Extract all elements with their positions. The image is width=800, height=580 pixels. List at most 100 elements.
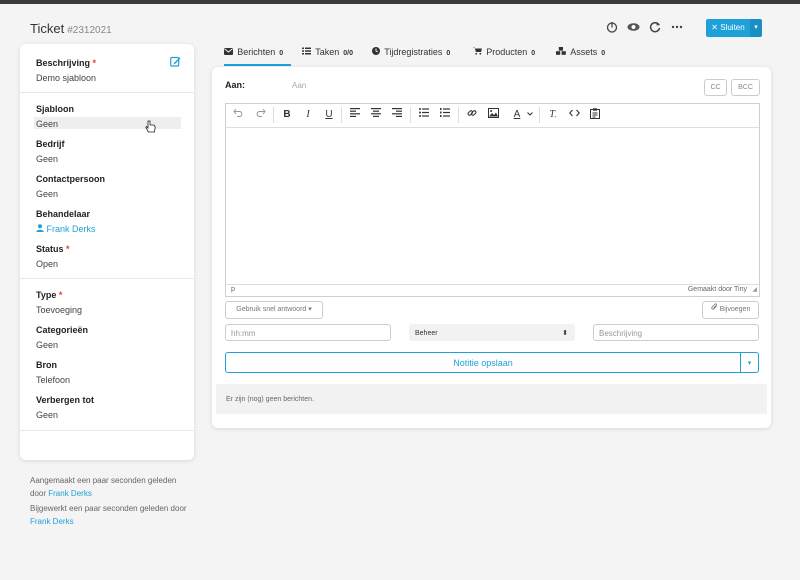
tab-count: 0 (446, 50, 451, 57)
cc-button[interactable]: CC (704, 79, 727, 96)
field-label: Type (36, 290, 57, 300)
bullet-list-icon[interactable] (416, 108, 432, 122)
tiny-branding[interactable]: Gemaakt door Tiny (688, 286, 747, 293)
field-value: Demo sjabloon (36, 73, 97, 83)
chevron-down-icon[interactable] (525, 108, 535, 122)
tab-tijdregistraties[interactable]: Tijdregistraties 0 (372, 44, 450, 64)
field-sjabloon[interactable]: Sjabloon Geen (36, 104, 74, 129)
save-dropdown-button[interactable]: ▾ (741, 352, 759, 373)
page-title: Ticket #2312021 (30, 21, 112, 36)
tab-label: Assets (570, 47, 598, 57)
field-behandelaar[interactable]: Behandelaar Frank Derks (36, 209, 96, 234)
italic-icon[interactable]: I (300, 108, 316, 122)
clock-icon (372, 47, 382, 57)
text-color-icon[interactable]: A (507, 108, 527, 122)
field-contactpersoon[interactable]: Contactpersoon Geen (36, 174, 105, 199)
created-by-link[interactable]: Frank Derks (48, 489, 92, 498)
field-label: Categorieën (36, 325, 89, 335)
ticket-sidebar: Beschrijving * Demo sjabloon Sjabloon Ge… (20, 44, 194, 460)
code-icon[interactable] (566, 108, 582, 122)
field-bedrijf[interactable]: Bedrijf Geen (36, 139, 65, 164)
field-value: Open (36, 259, 59, 269)
time-input[interactable]: hh:mm (225, 324, 391, 341)
field-categorieen[interactable]: Categorieën Geen (36, 325, 88, 350)
tab-label: Producten (486, 47, 528, 57)
numbered-list-icon[interactable] (437, 108, 453, 122)
assignee-name: Frank Derks (46, 224, 96, 234)
field-value: Toevoeging (36, 305, 83, 315)
refresh-icon[interactable] (648, 21, 662, 35)
to-input[interactable]: Aan (292, 81, 306, 90)
to-label: Aan: (225, 80, 245, 90)
category-select[interactable]: Beheer ⬍ (409, 324, 575, 341)
tab-label: Berichten (237, 47, 276, 57)
tab-assets[interactable]: Assets 0 (556, 44, 605, 64)
envelope-icon (224, 48, 235, 57)
align-right-icon[interactable] (389, 108, 405, 122)
field-beschrijving[interactable]: Beschrijving * Demo sjabloon (36, 58, 96, 83)
updated-by-link[interactable]: Frank Derks (30, 517, 74, 526)
page-header: Ticket #2312021 ✕ Sluiten ▾ (0, 4, 800, 48)
updated-text: Bijgewerkt een paar seconden geleden doo… (30, 504, 187, 513)
underline-icon[interactable]: U (321, 108, 337, 122)
save-note-button[interactable]: Notitie opslaan (225, 352, 741, 373)
field-verbergen-tot[interactable]: Verbergen tot Geen (36, 395, 94, 420)
cubes-icon (556, 47, 568, 57)
history-icon[interactable] (605, 21, 619, 35)
field-label: Verbergen tot (36, 395, 95, 405)
eye-icon[interactable] (626, 21, 640, 35)
field-type[interactable]: Type * Toevoeging (36, 290, 82, 315)
field-value: Geen (36, 154, 59, 164)
edit-icon[interactable] (170, 56, 181, 70)
description-input[interactable]: Beschrijving (593, 324, 759, 341)
tab-label: Taken (315, 47, 340, 57)
field-status[interactable]: Status * Open (36, 244, 70, 269)
toolbar-separator (539, 107, 540, 123)
close-button[interactable]: ✕ Sluiten (706, 19, 750, 37)
tab-producten[interactable]: Producten 0 (473, 44, 535, 64)
more-icon[interactable] (670, 21, 684, 35)
close-dropdown-button[interactable]: ▾ (750, 19, 762, 37)
ticket-number: #2312021 (67, 25, 112, 36)
ticket-title: Ticket (30, 21, 65, 36)
required-marker: * (58, 290, 63, 300)
tab-berichten[interactable]: Berichten 0 (224, 44, 291, 66)
redo-icon[interactable] (252, 108, 268, 122)
required-marker: * (92, 58, 97, 68)
align-left-icon[interactable] (347, 108, 363, 122)
toolbar-separator (341, 107, 342, 123)
paste-text-icon[interactable] (587, 108, 603, 122)
field-label: Sjabloon (36, 104, 74, 114)
clear-format-icon[interactable]: Tₓ (545, 108, 561, 122)
assignee-link[interactable]: Frank Derks (36, 224, 96, 234)
hand-cursor-icon (145, 120, 156, 136)
toolbar-separator (273, 107, 274, 123)
tasks-icon (302, 47, 313, 57)
required-marker: * (66, 244, 70, 254)
sort-arrows-icon: ⬍ (562, 330, 568, 337)
divider (20, 430, 194, 431)
bcc-button[interactable]: BCC (731, 79, 760, 96)
bold-icon[interactable]: B (279, 108, 295, 122)
field-bron[interactable]: Bron Telefoon (36, 360, 70, 385)
tab-count: 0 (601, 50, 606, 57)
field-label: Contactpersoon (36, 174, 106, 184)
link-icon[interactable] (464, 108, 480, 122)
tab-taken[interactable]: Taken 0/0 (302, 44, 353, 64)
select-value: Beheer (415, 330, 438, 337)
align-center-icon[interactable] (368, 108, 384, 122)
user-icon (36, 224, 47, 234)
rich-text-editor[interactable]: B I U A Tₓ p Gemaakt door Tiny ◢ (225, 103, 760, 297)
attach-button[interactable]: Bijvoegen (702, 301, 759, 319)
field-value: Geen (36, 340, 59, 350)
field-value: Geen (36, 410, 59, 420)
toolbar-separator (410, 107, 411, 123)
tab-count: 0 (279, 50, 284, 57)
image-icon[interactable] (485, 108, 501, 122)
undo-icon[interactable] (230, 108, 246, 122)
attach-label: Bijvoegen (719, 306, 751, 313)
tab-label: Tijdregistraties (384, 47, 443, 57)
quick-reply-dropdown[interactable]: Gebruik snel antwoord ▾ (225, 301, 323, 319)
resize-handle-icon[interactable]: ◢ (752, 286, 757, 293)
divider (20, 92, 194, 93)
